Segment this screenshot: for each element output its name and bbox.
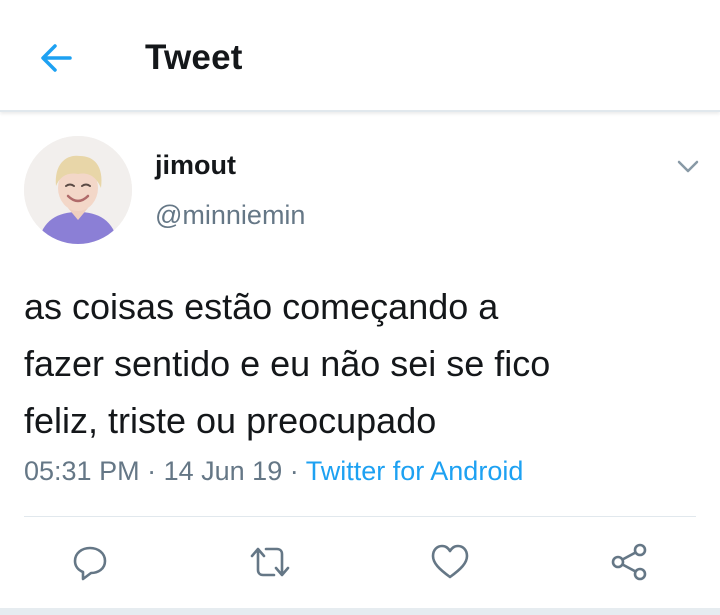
tweet-actions [0,540,720,590]
avatar[interactable] [24,136,132,244]
back-button[interactable] [36,38,76,78]
page-title: Tweet [145,38,243,77]
reply-button[interactable] [68,540,112,584]
tweet-time: 05:31 PM [24,456,140,486]
top-app-bar: Tweet [0,0,720,112]
bottom-separator [0,608,720,615]
meta-separator: · [289,456,299,486]
tweet-text: as coisas estão começando a fazer sentid… [24,278,704,449]
retweet-icon [250,547,290,577]
meta-separator: · [147,456,157,486]
reply-icon [73,546,107,581]
tweet-text-line: feliz, triste ou preocupado [24,400,437,441]
tweet-meta: 05:31 PM · 14 Jun 19 · Twitter for Andro… [24,456,523,487]
tweet-text-line: fazer sentido e eu não sei se fico [24,343,551,384]
arrow-left-icon [41,44,72,72]
share-button[interactable] [608,540,652,584]
retweet-button[interactable] [248,540,292,584]
like-icon [431,544,469,579]
author-handle[interactable]: @minniemin [155,200,305,231]
profile-photo [24,136,132,244]
divider [24,516,696,517]
tweet-date: 14 Jun 19 [163,456,283,486]
tweet-menu-button[interactable] [674,154,702,178]
author-name[interactable]: jimout [155,150,236,181]
chevron-down-icon [677,160,699,173]
share-icon [611,543,647,581]
tweet-source-link[interactable]: Twitter for Android [306,456,524,486]
like-button[interactable] [428,540,472,584]
tweet-text-line: as coisas estão começando a [24,286,499,327]
